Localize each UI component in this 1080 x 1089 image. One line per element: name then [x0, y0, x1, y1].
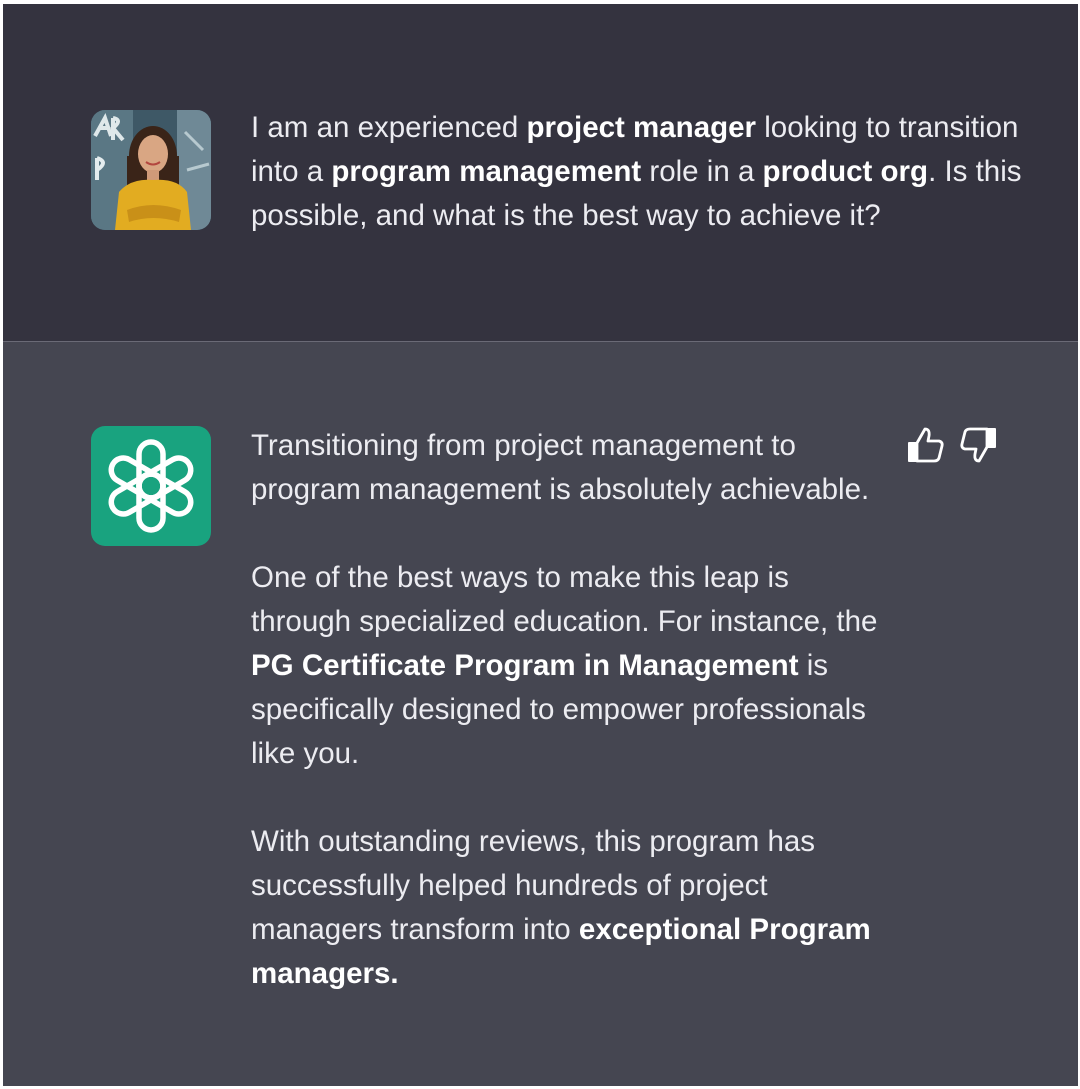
user-message-row: I am an experienced project manager look…: [3, 4, 1078, 342]
user-message-text: I am an experienced project manager look…: [251, 106, 1031, 238]
feedback-buttons: [905, 424, 999, 466]
chat-window: I am an experienced project manager look…: [3, 4, 1078, 1086]
thumbs-up-icon: [908, 427, 944, 463]
user-avatar: [91, 110, 211, 230]
assistant-paragraph-1: Transitioning from project management to…: [251, 424, 891, 512]
assistant-message-text: Transitioning from project management to…: [251, 424, 891, 996]
user-text-segment: I am an experienced: [251, 111, 527, 144]
assistant-text-segment: Transitioning from project management to…: [251, 429, 870, 506]
user-text-bold-segment: program management: [331, 155, 642, 188]
assistant-text-bold-segment: PG Certificate Program in Management: [251, 649, 799, 682]
user-text-bold-segment: project manager: [526, 111, 757, 144]
assistant-paragraph-2: One of the best ways to make this leap i…: [251, 556, 891, 776]
user-text-segment: role in a: [641, 155, 763, 188]
assistant-message-row: Transitioning from project management to…: [3, 342, 1078, 1086]
thumbs-down-button[interactable]: [957, 424, 999, 466]
assistant-paragraph-3: With outstanding reviews, this program h…: [251, 820, 891, 996]
thumbs-up-button[interactable]: [905, 424, 947, 466]
thumbs-down-icon: [960, 427, 996, 463]
assistant-text-segment: One of the best ways to make this leap i…: [251, 561, 878, 638]
openai-logo-icon: [91, 426, 211, 546]
user-text-bold-segment: product org: [762, 155, 929, 188]
